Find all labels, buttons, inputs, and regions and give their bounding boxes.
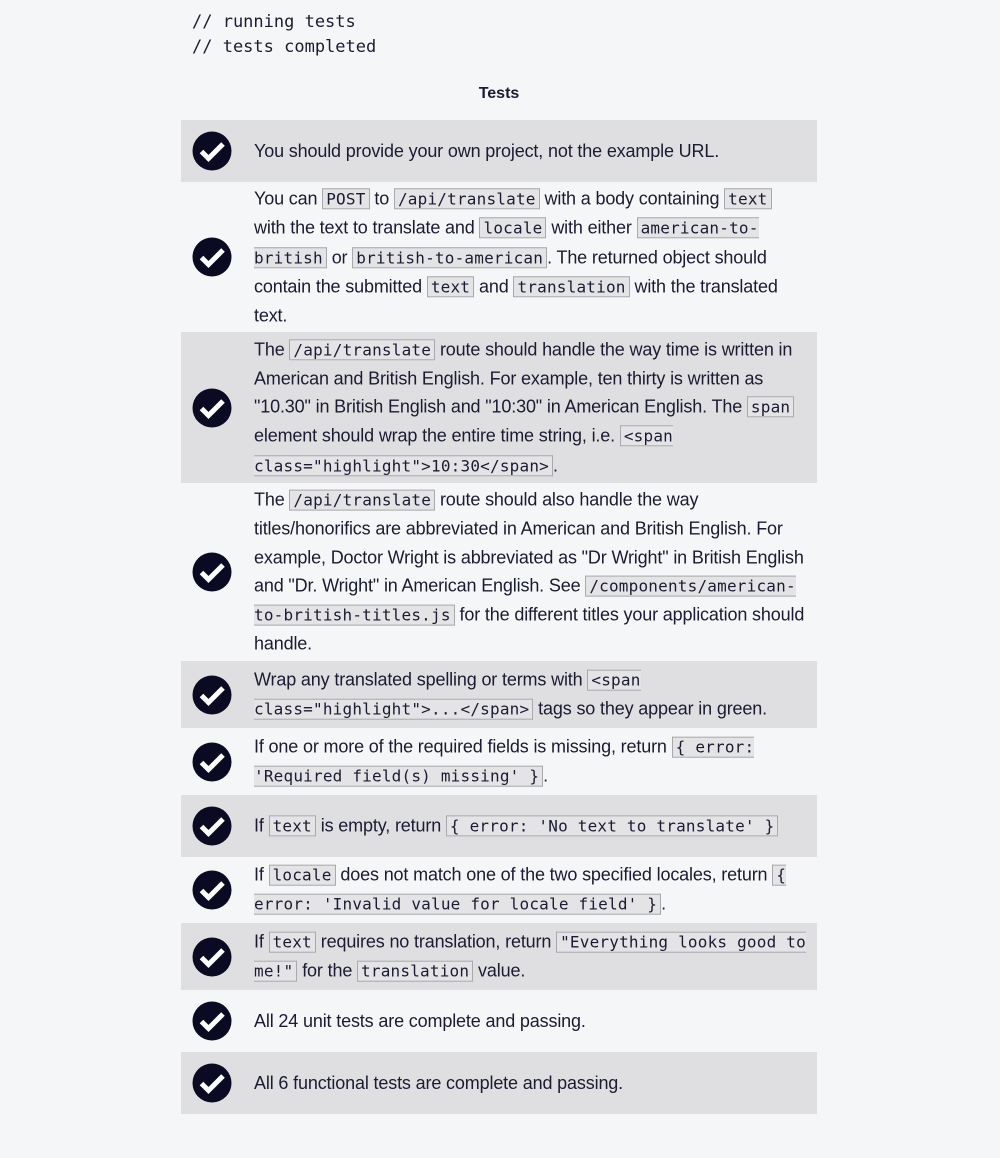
- test-text-segment: .: [543, 765, 549, 786]
- test-item: If text requires no translation, return …: [181, 923, 817, 990]
- test-description: If locale does not match one of the two …: [254, 861, 807, 920]
- test-text-segment: If: [254, 931, 269, 952]
- test-item: If text is empty, return { error: 'No te…: [181, 795, 817, 857]
- test-text-segment: All 24 unit tests are complete and passi…: [254, 1010, 586, 1031]
- test-console-output: // running tests // tests completed: [192, 10, 376, 60]
- test-text-segment: If: [254, 815, 269, 836]
- test-description: The /api/translate route should also han…: [254, 486, 807, 659]
- inline-code: text: [724, 188, 772, 210]
- test-text-segment: does not match one of the two specified …: [335, 864, 773, 885]
- test-description: If text requires no translation, return …: [254, 927, 807, 986]
- test-description: You should provide your own project, not…: [254, 137, 807, 165]
- inline-code: { error: 'No text to translate' }: [445, 815, 779, 837]
- test-text-segment: .: [661, 894, 667, 914]
- test-text-segment: element should wrap the entire time stri…: [254, 425, 620, 446]
- inline-code: /api/translate: [289, 338, 436, 360]
- test-item: You should provide your own project, not…: [181, 120, 817, 182]
- inline-code: text: [268, 815, 316, 837]
- inline-code: text: [268, 931, 316, 953]
- test-text-segment: with either: [546, 217, 637, 238]
- test-item: You can POST to /api/translate with a bo…: [181, 182, 817, 332]
- test-text-segment: You should provide your own project, not…: [254, 140, 720, 161]
- test-text-segment: tags so they appear in green.: [533, 698, 767, 719]
- test-text-segment: or: [326, 246, 353, 267]
- inline-code: POST: [322, 188, 370, 210]
- inline-code: locale: [479, 217, 547, 239]
- test-description: The /api/translate route should handle t…: [254, 335, 807, 480]
- test-item: All 6 functional tests are complete and …: [181, 1052, 817, 1114]
- test-text-segment: requires no translation, return: [315, 931, 557, 952]
- check-circle-icon: [192, 870, 232, 910]
- check-circle-icon: [192, 552, 232, 592]
- inline-code: translation: [357, 960, 474, 982]
- inline-code: text: [426, 276, 475, 298]
- inline-code: locale: [268, 864, 336, 886]
- check-circle-icon: [192, 1063, 232, 1103]
- test-text-segment: with the text to translate and: [254, 217, 480, 238]
- test-text-segment: with a body containing: [539, 188, 725, 209]
- test-text-segment: If: [254, 864, 269, 885]
- test-description: If one or more of the required fields is…: [254, 732, 807, 791]
- test-text-segment: The: [254, 489, 290, 510]
- tests-heading: Tests: [478, 85, 520, 102]
- test-text-segment: value.: [473, 960, 526, 981]
- test-item: Wrap any translated spelling or terms wi…: [181, 661, 817, 728]
- test-text-segment: is empty, return: [315, 815, 446, 836]
- test-text-segment: If one or more of the required fields is…: [254, 736, 672, 757]
- test-description: All 24 unit tests are complete and passi…: [254, 1007, 807, 1035]
- test-description: Wrap any translated spelling or terms wi…: [254, 665, 807, 724]
- test-item: All 24 unit tests are complete and passi…: [181, 990, 817, 1052]
- test-item: The /api/translate route should also han…: [181, 483, 817, 661]
- console-line-running: // running tests: [192, 12, 356, 32]
- test-text-segment: The: [254, 338, 290, 359]
- inline-code: translation: [513, 276, 630, 298]
- check-circle-icon: [192, 388, 232, 427]
- check-circle-icon: [192, 237, 232, 277]
- test-text-segment: for the: [297, 960, 358, 981]
- check-circle-icon: [192, 742, 232, 781]
- test-text-segment: .: [552, 454, 558, 475]
- check-circle-icon: [192, 937, 232, 976]
- test-text-segment: Wrap any translated spelling or terms wi…: [254, 669, 588, 690]
- inline-code: british-to-american: [352, 246, 548, 268]
- test-list: You should provide your own project, not…: [181, 120, 817, 1114]
- test-item: If locale does not match one of the two …: [181, 857, 817, 923]
- test-text-segment: and: [474, 276, 514, 297]
- inline-code: /api/translate: [289, 489, 436, 511]
- inline-code: span: [746, 396, 795, 418]
- test-description: If text is empty, return { error: 'No te…: [254, 811, 807, 840]
- test-text-segment: You can: [254, 188, 323, 209]
- test-item: If one or more of the required fields is…: [181, 728, 817, 795]
- test-text-segment: to: [369, 188, 394, 209]
- test-text-segment: All 6 functional tests are complete and …: [254, 1072, 624, 1093]
- console-line-completed: // tests completed: [192, 37, 377, 57]
- test-description: You can POST to /api/translate with a bo…: [254, 184, 807, 329]
- test-item: The /api/translate route should handle t…: [181, 332, 817, 483]
- check-circle-icon: [192, 131, 232, 171]
- check-circle-icon: [192, 1001, 232, 1041]
- check-circle-icon: [192, 675, 232, 714]
- test-description: All 6 functional tests are complete and …: [254, 1069, 807, 1097]
- inline-code: /api/translate: [393, 188, 540, 210]
- check-circle-icon: [192, 806, 232, 846]
